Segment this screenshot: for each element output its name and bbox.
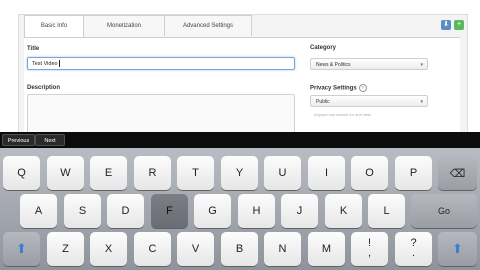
chevron-down-icon: ▾ [420,99,423,105]
title-label: Title [27,46,40,52]
key-x[interactable]: X [90,232,127,266]
download-icon[interactable]: ⬇ [441,20,451,30]
basic-info-form: Title Test Video Description Category Ne… [24,37,460,134]
key-a[interactable]: A [20,194,57,228]
key-r[interactable]: R [134,156,171,190]
key-k[interactable]: K [325,194,362,228]
settings-tabs: Basic Info Monetization Advanced Setting… [24,15,252,37]
panel-actions: ⬇ + [441,20,464,30]
backspace-icon: ⌫ [449,167,466,180]
shift-icon: ⬆ [16,241,27,256]
shift-key-right[interactable]: ⬆ [438,232,477,266]
key-l[interactable]: L [368,194,405,228]
tab-advanced-settings[interactable]: Advanced Settings [164,15,252,36]
privacy-label: Privacy Settings? [310,84,367,92]
key-n[interactable]: N [264,232,301,266]
privacy-hint: Anyone can search for and view [314,112,371,117]
chevron-down-icon: ▾ [420,62,423,68]
key-t[interactable]: T [177,156,214,190]
privacy-value: Public [316,99,330,105]
go-key[interactable]: Go [411,194,477,228]
key-period-label: . [411,247,416,259]
key-exclaim-comma[interactable]: !, [351,232,388,266]
category-label: Category [310,45,337,51]
key-h[interactable]: H [238,194,275,228]
backspace-key[interactable]: ⌫ [438,156,477,190]
key-y[interactable]: Y [221,156,258,190]
key-u[interactable]: U [264,156,301,190]
help-icon[interactable]: ? [358,84,367,92]
category-value: News & Politics [316,62,351,68]
next-button[interactable]: Next [35,134,65,146]
key-v[interactable]: V [177,232,214,266]
key-q[interactable]: Q [3,156,40,190]
key-e[interactable]: E [90,156,127,190]
tab-basic-info[interactable]: Basic Info [24,15,84,37]
key-z[interactable]: Z [47,232,84,266]
tab-monetization[interactable]: Monetization [83,15,165,36]
description-label: Description [27,85,61,91]
privacy-label-text: Privacy Settings [310,85,357,92]
key-j[interactable]: J [281,194,318,228]
key-g[interactable]: G [194,194,231,228]
key-m[interactable]: M [308,232,345,266]
key-w[interactable]: W [47,156,84,190]
add-icon[interactable]: + [454,20,464,30]
shift-key-left[interactable]: ⬆ [3,232,40,266]
key-o[interactable]: O [351,156,388,190]
keyboard-accessory-bar: Previous Next [0,132,480,148]
shift-icon: ⬆ [452,241,463,256]
key-c[interactable]: C [134,232,171,266]
key-b[interactable]: B [221,232,258,266]
on-screen-keyboard: Q W E R T Y U I O P ⌫ A S D F G H J K L … [0,148,480,270]
previous-button[interactable]: Previous [2,134,35,146]
key-f[interactable]: F [151,194,188,228]
key-i[interactable]: I [308,156,345,190]
privacy-select[interactable]: Public ▾ [310,95,428,107]
text-caret [58,60,60,68]
key-comma-label: , [367,247,372,259]
key-question-period[interactable]: ?. [395,232,432,266]
category-select[interactable]: News & Politics ▾ [310,58,428,70]
key-s[interactable]: S [64,194,101,228]
browser-page: Basic Info Monetization Advanced Setting… [0,0,480,134]
key-p[interactable]: P [395,156,432,190]
title-value: Test Video [32,61,58,67]
title-input[interactable]: Test Video [27,57,295,70]
key-d[interactable]: D [107,194,144,228]
description-textarea[interactable] [27,94,295,134]
